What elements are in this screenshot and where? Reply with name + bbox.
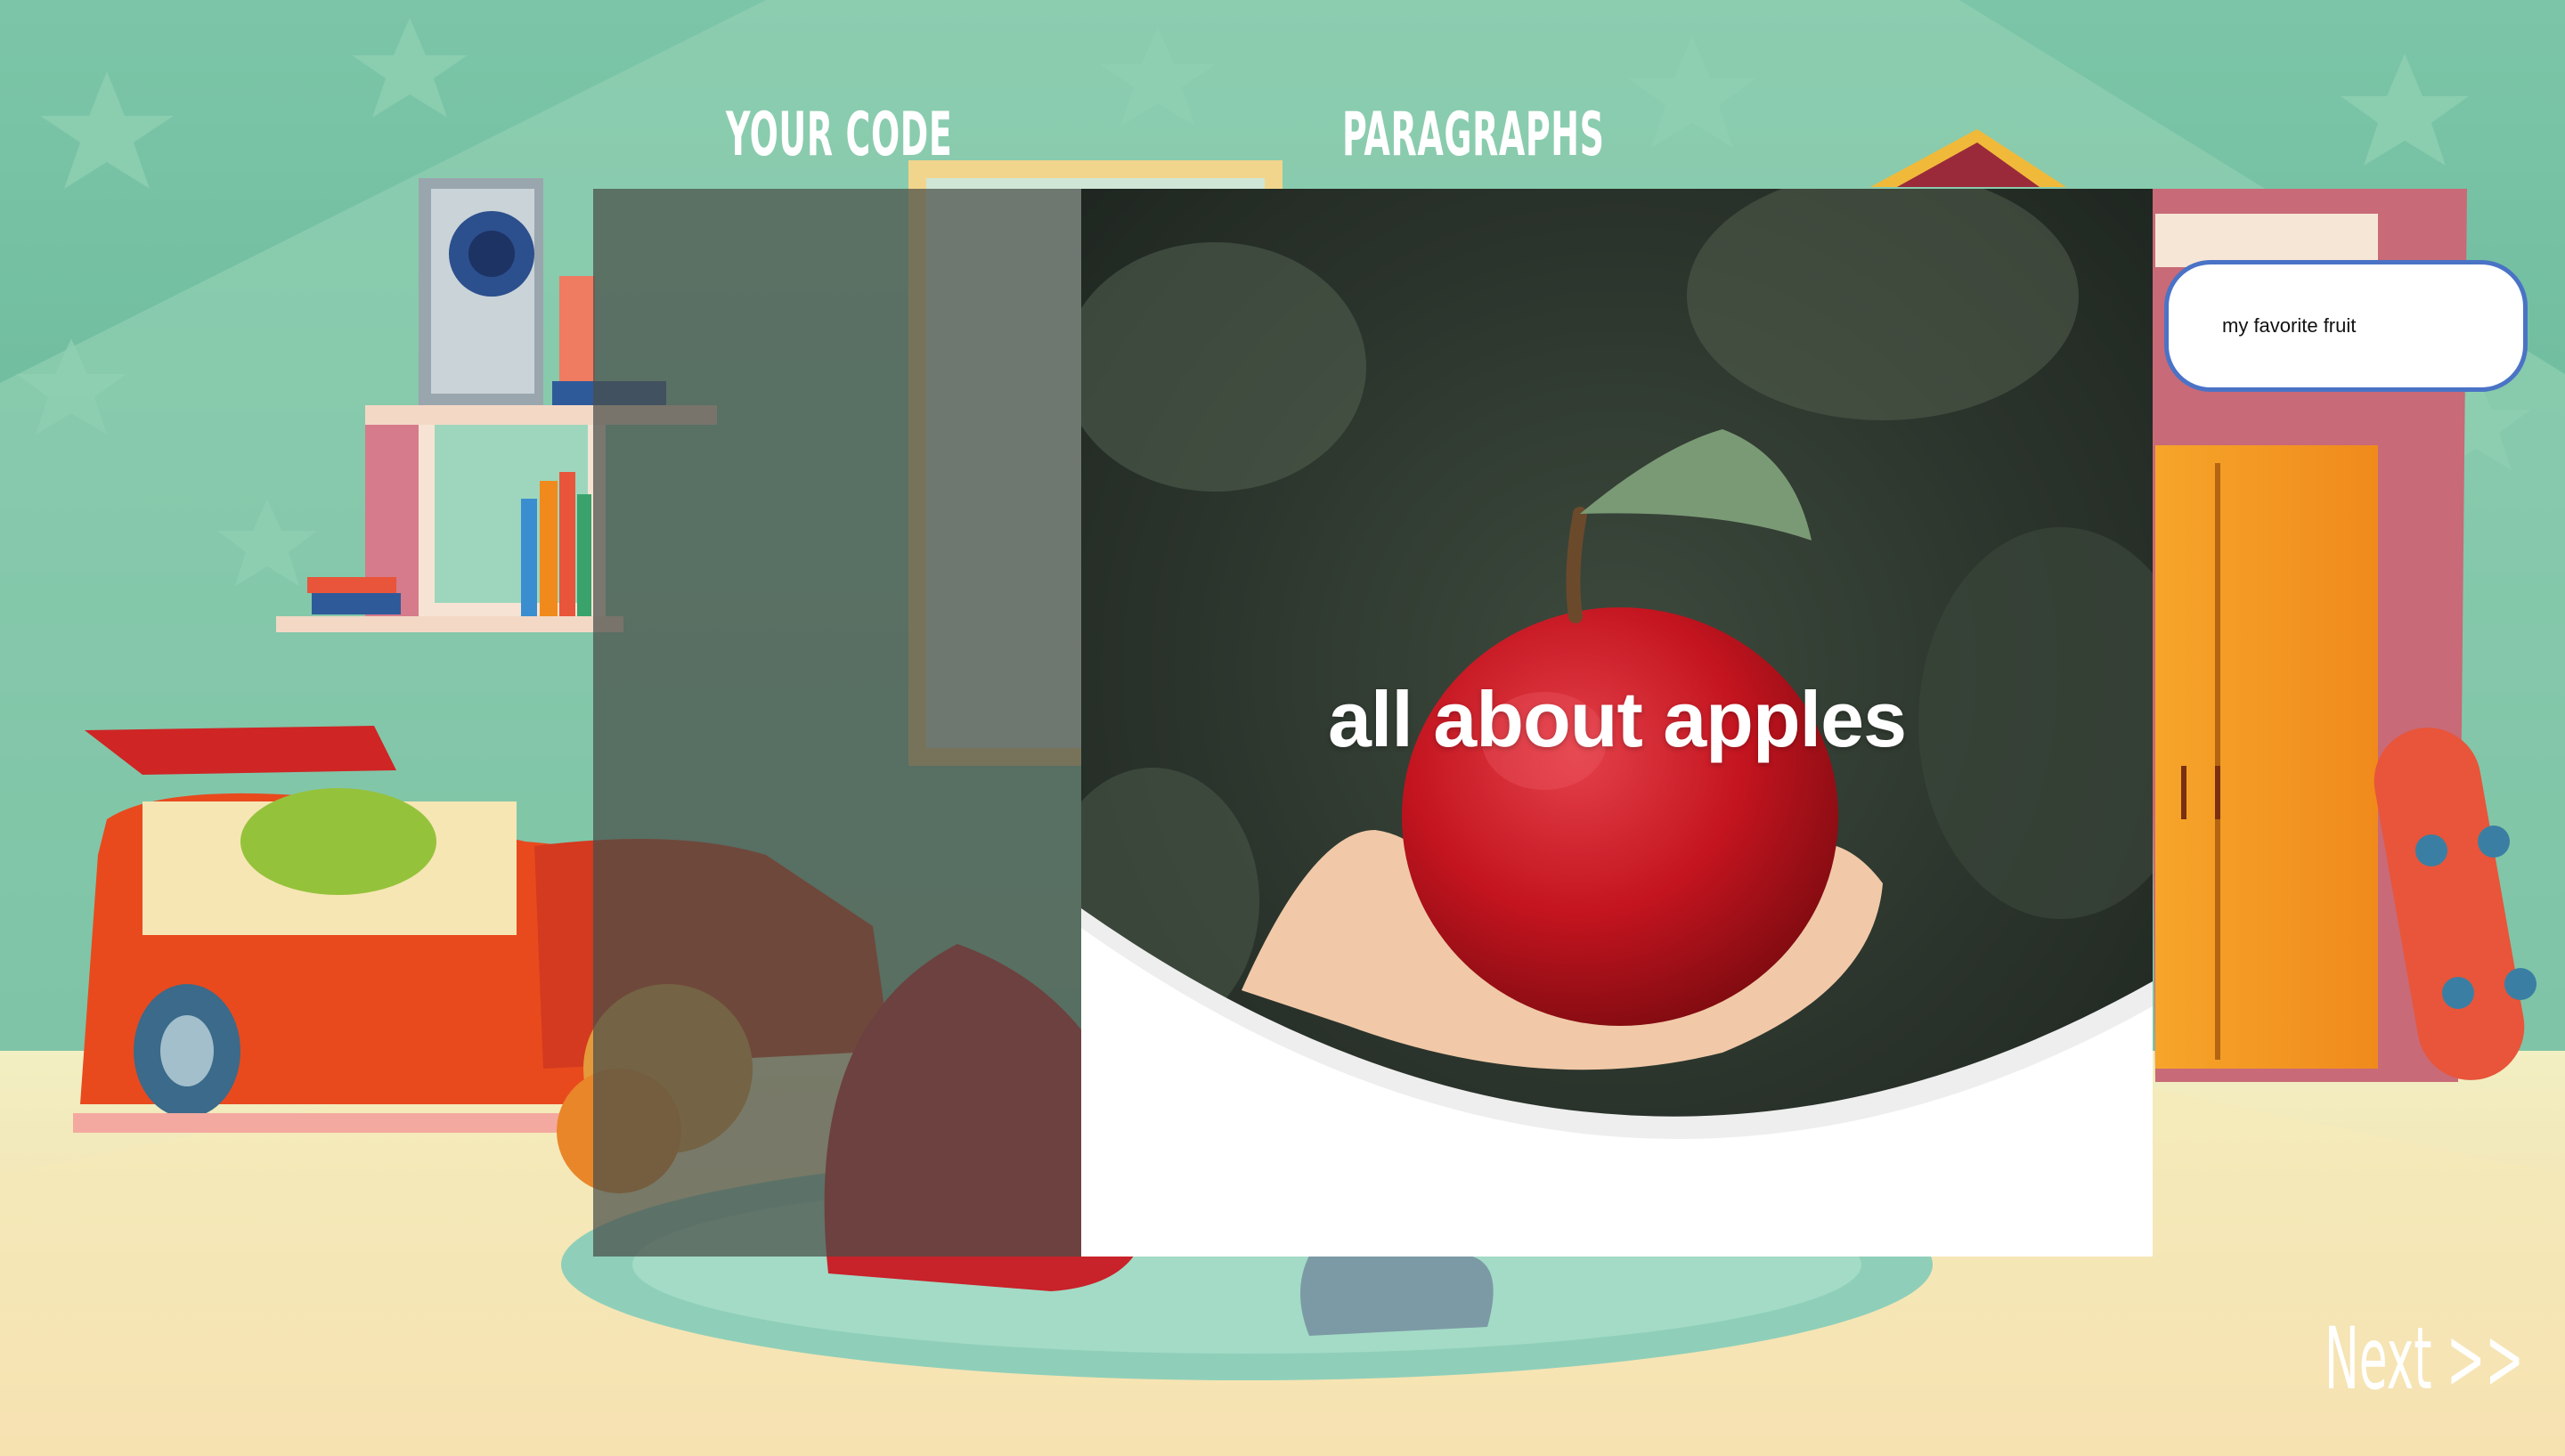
tab-paragraphs[interactable]: PARAGRAPHS <box>1342 100 1605 170</box>
page-title: all about apples <box>1327 675 1907 763</box>
next-button[interactable]: Next >> <box>2325 1309 2524 1409</box>
code-panel[interactable] <box>593 189 1081 1257</box>
answer-bubble-text: my favorite fruit <box>2222 314 2357 337</box>
preview-panel: all about apples <box>1081 189 2153 1257</box>
answer-bubble[interactable]: my favorite fruit <box>2164 260 2528 392</box>
tab-your-code[interactable]: YOUR CODE <box>726 100 952 170</box>
